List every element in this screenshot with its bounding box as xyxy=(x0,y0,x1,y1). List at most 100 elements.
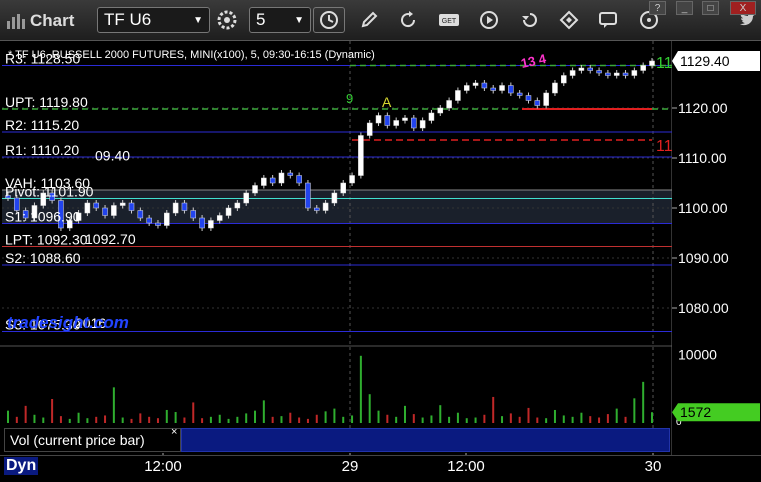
app-title-text: Chart xyxy=(30,11,75,30)
candle-body xyxy=(208,220,214,229)
close-icon[interactable]: × xyxy=(171,426,177,438)
volume-bar xyxy=(121,417,124,423)
volume-bar xyxy=(227,418,230,423)
price-tick-label: 1090.00 xyxy=(678,250,729,266)
time-tick-label: 29 xyxy=(341,458,359,475)
message-icon[interactable] xyxy=(593,7,623,33)
volume-bar xyxy=(430,415,433,423)
candle-body xyxy=(490,87,496,91)
candle-body xyxy=(613,72,620,76)
volume-bar xyxy=(580,412,583,423)
refresh-icon[interactable] xyxy=(393,7,423,33)
candle-body xyxy=(428,112,435,121)
volume-bar xyxy=(33,414,36,423)
overlap-label: 09.40 xyxy=(95,148,130,164)
volume-bar xyxy=(483,414,486,423)
volume-bar xyxy=(492,396,495,423)
clock-icon[interactable] xyxy=(313,7,345,33)
volume-bar xyxy=(368,394,371,423)
gear-icon[interactable] xyxy=(212,7,242,33)
volume-bar xyxy=(403,405,406,423)
dynamic-button[interactable]: Dyn xyxy=(4,457,39,475)
volume-bar xyxy=(598,417,601,423)
candle-body xyxy=(146,217,152,224)
level-label-r1: R1: 1110.20 xyxy=(5,142,79,158)
chart-area[interactable]: R3: 1128.50UPT: 1119.80R2: 1115.20R1: 11… xyxy=(0,41,761,455)
candle-body xyxy=(596,70,602,74)
candle-body xyxy=(252,185,258,194)
help-button[interactable]: ? xyxy=(649,1,666,15)
volume-bar xyxy=(589,416,592,423)
pencil-icon[interactable] xyxy=(354,7,384,33)
candle-body xyxy=(243,192,249,204)
candle-body xyxy=(437,107,444,114)
maximize-button[interactable]: □ xyxy=(702,1,719,15)
interval-value: 5 xyxy=(256,10,266,29)
candle-body xyxy=(155,222,161,226)
play-icon[interactable] xyxy=(474,7,504,33)
volume-bar xyxy=(59,416,62,423)
candle-body xyxy=(296,175,302,184)
volume-bar xyxy=(474,417,477,423)
volume-bar xyxy=(236,416,239,423)
close-button[interactable]: X xyxy=(730,1,756,15)
get-icon[interactable]: GET xyxy=(434,7,464,33)
volume-pane-label-text: Vol (current price bar) xyxy=(10,432,145,448)
volume-bar xyxy=(306,418,309,423)
candle-body xyxy=(111,205,117,216)
level-label-r2: R2: 1115.20 xyxy=(5,117,79,133)
diamond-icon[interactable] xyxy=(554,7,584,33)
app-title: Chart xyxy=(6,8,74,34)
volume-bar xyxy=(386,414,389,423)
annotation-eleven-mid: 11 xyxy=(656,138,673,155)
candle-body xyxy=(269,177,276,184)
volume-bar xyxy=(254,410,257,423)
volume-bar xyxy=(218,414,221,423)
volume-bar xyxy=(562,415,565,423)
undo-icon[interactable] xyxy=(515,7,545,33)
svg-text:GET: GET xyxy=(442,18,457,25)
volume-bar xyxy=(77,412,80,423)
chevron-down-icon: ▼ xyxy=(193,14,203,26)
candle-body xyxy=(411,117,417,129)
candle-body xyxy=(455,90,461,101)
volume-bar xyxy=(86,418,89,423)
candle-body xyxy=(481,82,488,89)
volume-bar xyxy=(377,410,380,423)
volume-bar xyxy=(615,408,618,423)
volume-bar xyxy=(351,415,354,423)
volume-bar xyxy=(174,412,177,423)
candle-body xyxy=(216,215,223,221)
volume-bar xyxy=(571,416,574,423)
volume-bar xyxy=(15,416,18,423)
volume-bar xyxy=(651,412,653,423)
candle-body xyxy=(605,72,611,76)
candle-body xyxy=(587,67,593,71)
volume-bar xyxy=(148,416,151,423)
volume-bar xyxy=(536,417,539,423)
annotation-eleven-top: 11 xyxy=(656,55,673,72)
volume-bar xyxy=(456,412,459,423)
annotation-nine: 9 xyxy=(346,91,353,106)
interval-selector[interactable]: 5 ▼ xyxy=(249,7,311,33)
volume-bar xyxy=(68,418,71,423)
candle-body xyxy=(199,217,205,229)
volume-bar xyxy=(439,405,442,423)
symbol-selector[interactable]: TF U6 ▼ xyxy=(97,7,210,33)
volume-bar xyxy=(633,398,636,423)
dynamic-button-label: Dyn xyxy=(6,457,37,474)
minimize-button[interactable]: _ xyxy=(676,1,693,15)
candle-body xyxy=(631,70,638,76)
candle-body xyxy=(278,172,285,184)
title-bar: Chart TF U6 ▼ 5 ▼ GET ? _ □ X xyxy=(0,0,761,41)
volume-bar xyxy=(421,417,424,423)
candle-body xyxy=(164,212,170,226)
chart-header: * TF U6, RUSSELL 2000 FUTURES, MINI(x100… xyxy=(8,49,375,61)
volume-bar xyxy=(395,416,398,423)
candle-body xyxy=(375,115,382,124)
candle-body xyxy=(516,92,523,96)
candle-body xyxy=(331,192,338,204)
candle-body xyxy=(349,175,355,184)
volume-bar xyxy=(201,418,204,423)
candle-body xyxy=(358,135,364,176)
